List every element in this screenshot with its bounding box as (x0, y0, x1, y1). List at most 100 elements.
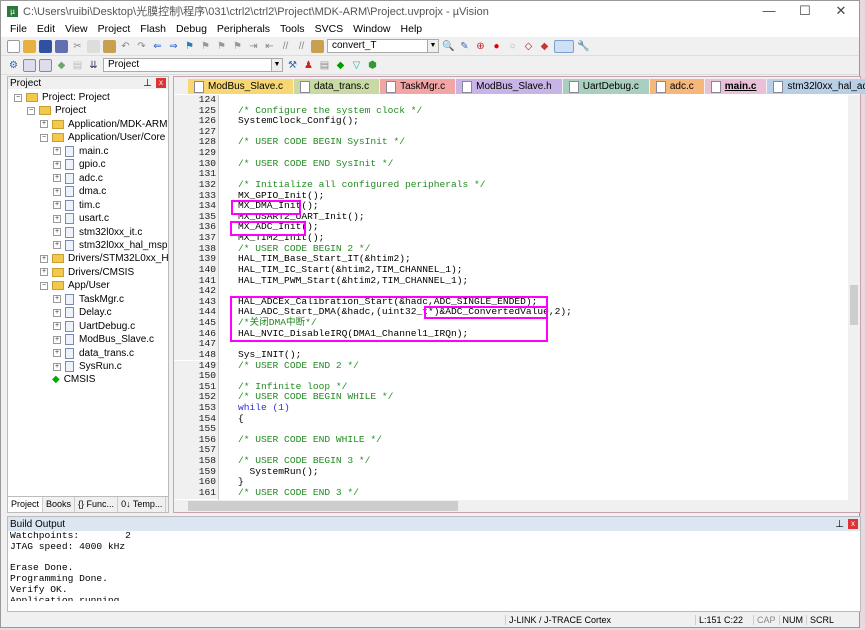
collapse-icon[interactable]: − (40, 281, 48, 290)
new-file-icon[interactable] (7, 39, 20, 53)
expand-icon[interactable]: + (53, 174, 61, 183)
next-bookmark-icon[interactable]: ⚑ (215, 40, 228, 53)
build-icon[interactable] (23, 58, 36, 72)
close-panel-button[interactable]: x (156, 78, 166, 88)
uncomment-icon[interactable]: // (295, 40, 308, 53)
target-options-icon[interactable]: ⚒ (286, 59, 299, 72)
cut-icon[interactable]: ✂ (71, 40, 84, 53)
expand-icon[interactable]: + (40, 254, 48, 263)
expand-icon[interactable]: + (53, 308, 61, 317)
panel-tab[interactable]: Project (8, 497, 44, 512)
expand-icon[interactable]: + (40, 268, 48, 277)
undo-icon[interactable]: ↶ (119, 40, 132, 53)
tree-item[interactable]: + dma.c (53, 185, 106, 198)
pack-installer-icon[interactable]: ▽ (350, 59, 363, 72)
expand-icon[interactable]: + (53, 241, 61, 250)
select-packs-icon[interactable]: ▤ (318, 59, 331, 72)
expand-icon[interactable]: + (53, 362, 61, 371)
editor-tab[interactable]: UartDebug.c (562, 79, 649, 94)
unindent-icon[interactable]: ⇤ (263, 40, 276, 53)
collapse-icon[interactable]: − (14, 93, 22, 102)
expand-icon[interactable]: + (53, 214, 61, 223)
menu-debug[interactable]: Debug (171, 23, 212, 35)
pin-icon[interactable]: ⊥ (143, 78, 152, 89)
clear-bookmarks-icon[interactable]: ⚑ (231, 40, 244, 53)
stop-build-icon[interactable]: ▤ (71, 59, 84, 72)
expand-icon[interactable]: + (53, 335, 61, 344)
vertical-scrollbar[interactable] (848, 95, 860, 500)
menu-peripherals[interactable]: Peripherals (212, 23, 275, 35)
tree-item[interactable]: − Application/User/Core (40, 131, 165, 144)
code-area[interactable]: 124 125/* Configure the system clock */12… (174, 95, 848, 500)
tree-item[interactable]: − App/User (40, 279, 110, 292)
tree-item[interactable]: + main.c (53, 145, 108, 158)
horizontal-scrollbar[interactable] (174, 500, 860, 512)
expand-icon[interactable]: + (53, 228, 61, 236)
comment-icon[interactable]: // (279, 40, 292, 53)
configure-icon[interactable]: 🔧 (577, 40, 590, 53)
tree-item[interactable]: − Project (27, 104, 86, 117)
navigate-back-icon[interactable]: ⇐ (151, 40, 164, 53)
clear-breakpoints-icon[interactable]: ◇ (522, 40, 535, 53)
tree-item[interactable]: + Delay.c (53, 306, 112, 319)
tree-item[interactable]: + usart.c (53, 212, 109, 225)
close-panel-button[interactable]: x (848, 519, 858, 529)
editor-tab[interactable]: stm32l0xx_hal_adc_ex.c (767, 79, 865, 94)
copy-icon[interactable] (87, 39, 100, 53)
tree-item[interactable]: + Application/MDK-ARM (40, 118, 167, 131)
tree-item[interactable]: + Drivers/STM32L0xx_HAL_Driv (40, 252, 168, 265)
window-layout-icon[interactable] (554, 39, 574, 53)
menu-tools[interactable]: Tools (275, 23, 310, 35)
tree-item[interactable]: + adc.c (53, 172, 103, 185)
manage-rte-icon[interactable]: ◆ (334, 59, 347, 72)
find-combobox[interactable]: convert_T ▼ (327, 39, 439, 53)
navigate-forward-icon[interactable]: ⇒ (167, 40, 180, 53)
expand-icon[interactable]: + (53, 322, 61, 331)
find-in-files-icon[interactable] (311, 39, 324, 53)
menu-view[interactable]: View (60, 23, 93, 35)
tree-item[interactable]: + SysRun.c (53, 360, 122, 373)
disable-breakpoint-icon[interactable]: ○ (506, 40, 519, 53)
menu-flash[interactable]: Flash (135, 23, 171, 35)
collapse-icon[interactable]: − (40, 133, 48, 142)
debug-session-icon[interactable]: ⊕ (474, 40, 487, 53)
tree-item[interactable]: + data_trans.c (53, 347, 134, 360)
find-icon[interactable]: 🔍 (442, 40, 455, 53)
tree-item[interactable]: + TaskMgr.c (53, 293, 124, 306)
breakpoint-icon[interactable]: ● (490, 40, 503, 53)
panel-tab[interactable]: {} Func... (75, 497, 119, 512)
tree-item[interactable]: + Drivers/CMSIS (40, 266, 134, 279)
panel-tab[interactable]: 0↓ Temp... (118, 497, 167, 512)
menu-project[interactable]: Project (93, 23, 136, 35)
incremental-find-icon[interactable]: ✎ (458, 40, 471, 53)
tree-item[interactable]: + ModBus_Slave.c (53, 333, 154, 346)
expand-icon[interactable]: + (40, 120, 48, 129)
kill-breakpoints-icon[interactable]: ◆ (538, 40, 551, 53)
tree-item[interactable]: + UartDebug.c (53, 320, 135, 333)
download-icon[interactable]: ⇊ (87, 59, 100, 72)
paste-icon[interactable] (103, 39, 116, 53)
menu-svcs[interactable]: SVCS (310, 23, 349, 35)
pin-icon[interactable]: ⊥ (835, 519, 844, 530)
menu-edit[interactable]: Edit (32, 23, 60, 35)
expand-icon[interactable]: + (53, 349, 61, 358)
tree-item[interactable]: + stm32l0xx_hal_msp.c (53, 239, 168, 252)
collapse-icon[interactable]: − (27, 106, 35, 115)
menu-help[interactable]: Help (396, 23, 428, 35)
rebuild-icon[interactable] (39, 58, 52, 72)
open-file-icon[interactable] (23, 39, 36, 53)
indent-icon[interactable]: ⇥ (247, 40, 260, 53)
menu-file[interactable]: File (5, 23, 32, 35)
expand-icon[interactable]: + (53, 160, 61, 169)
tree-item[interactable]: + gpio.c (53, 158, 106, 171)
save-icon[interactable] (39, 39, 52, 53)
redo-icon[interactable]: ↷ (135, 40, 148, 53)
translate-icon[interactable]: ⚙ (7, 59, 20, 72)
minimize-button[interactable]: — (751, 3, 787, 19)
editor-tab[interactable]: ModBus_Slave.h (456, 79, 562, 94)
save-all-icon[interactable] (55, 39, 68, 53)
editor-tab[interactable]: ModBus_Slave.c (188, 79, 294, 94)
expand-icon[interactable]: + (53, 187, 61, 196)
expand-icon[interactable]: + (53, 147, 61, 156)
editor-tab[interactable]: main.c (704, 79, 767, 94)
